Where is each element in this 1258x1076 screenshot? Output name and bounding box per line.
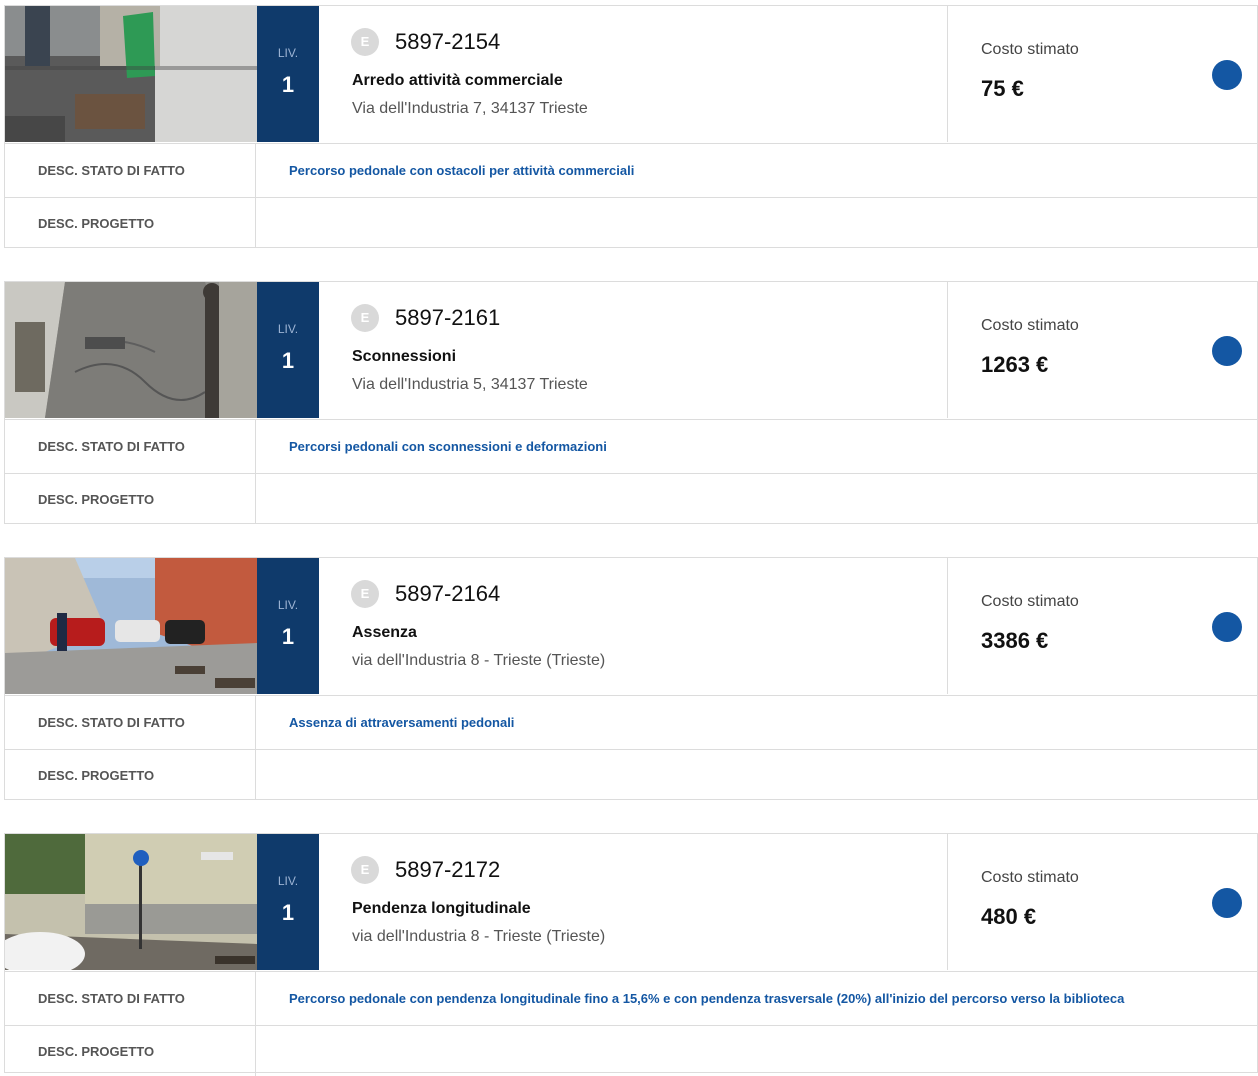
barrier-info: E 5897-2164 Assenza via dell'Industria 8…: [319, 558, 948, 694]
barrier-code[interactable]: 5897-2172: [395, 857, 500, 883]
level-value: 1: [281, 348, 295, 373]
level-indicator: LIV. 1: [257, 6, 319, 142]
state-description-label: DESC. STATO DI FATTO: [5, 419, 256, 473]
barrier-photo[interactable]: [5, 6, 257, 142]
state-description-value: Assenza di attraversamenti pedonali: [289, 714, 515, 730]
project-description-value: [289, 198, 1249, 248]
cost-value: 480 €: [981, 904, 1037, 929]
barrier-card: LIV. 1 E 5897-2164 Assenza via dell'Indu…: [4, 557, 1258, 800]
state-description-label: DESC. STATO DI FATTO: [5, 971, 256, 1025]
cost-label: Costo stimato: [981, 41, 1079, 58]
cost-value: 75 €: [981, 76, 1024, 101]
project-description-row: DESC. PROGETTO: [5, 474, 1257, 524]
type-badge: E: [351, 856, 379, 884]
project-description-row: DESC. PROGETTO: [5, 750, 1257, 800]
state-description-value: Percorso pedonale con pendenza longitudi…: [289, 990, 1125, 1006]
barrier-address: via dell'Industria 8 - Trieste (Trieste): [352, 652, 606, 669]
barrier-card: LIV. 1 E 5897-2172 Pendenza longitudinal…: [4, 833, 1258, 1076]
project-description-label: DESC. PROGETTO: [5, 198, 256, 248]
card-header: LIV. 1 E 5897-2164 Assenza via dell'Indu…: [5, 558, 1257, 696]
barrier-type: Pendenza longitudinale: [352, 900, 531, 917]
project-description-label: DESC. PROGETTO: [5, 474, 256, 524]
type-badge: E: [351, 28, 379, 56]
state-description-row: DESC. STATO DI FATTO Percorso pedonale c…: [5, 971, 1257, 1026]
cost-box: Costo stimato 3386 €: [948, 558, 1257, 694]
card-header: LIV. 1 E 5897-2154 Arredo attività comme…: [5, 6, 1257, 144]
cost-box: Costo stimato 75 €: [948, 6, 1257, 142]
level-label: LIV.: [277, 322, 299, 336]
level-indicator: LIV. 1: [257, 282, 319, 418]
card-header: LIV. 1 E 5897-2172 Pendenza longitudinal…: [5, 834, 1257, 972]
barrier-info: E 5897-2172 Pendenza longitudinale via d…: [319, 834, 948, 970]
status-dot[interactable]: [1212, 888, 1242, 918]
cost-label: Costo stimato: [981, 317, 1079, 334]
state-description-value: Percorso pedonale con ostacoli per attiv…: [289, 162, 635, 178]
status-dot[interactable]: [1212, 336, 1242, 366]
status-dot[interactable]: [1212, 612, 1242, 642]
project-description-row: DESC. PROGETTO: [5, 198, 1257, 248]
barrier-info: E 5897-2161 Sconnessioni Via dell'Indust…: [319, 282, 948, 418]
cost-box: Costo stimato 480 €: [948, 834, 1257, 970]
project-description-label: DESC. PROGETTO: [5, 750, 256, 800]
barrier-info: E 5897-2154 Arredo attività commerciale …: [319, 6, 948, 142]
project-description-value: [289, 474, 1249, 524]
barrier-code[interactable]: 5897-2154: [395, 29, 500, 55]
state-description-label: DESC. STATO DI FATTO: [5, 695, 256, 749]
state-description-row: DESC. STATO DI FATTO Percorso pedonale c…: [5, 143, 1257, 198]
barrier-code[interactable]: 5897-2164: [395, 581, 500, 607]
project-description-row: DESC. PROGETTO: [5, 1026, 1257, 1076]
barrier-photo[interactable]: [5, 282, 257, 418]
state-description-row: DESC. STATO DI FATTO Percorsi pedonali c…: [5, 419, 1257, 474]
cost-value: 3386 €: [981, 628, 1049, 653]
status-dot[interactable]: [1212, 60, 1242, 90]
card-header: LIV. 1 E 5897-2161 Sconnessioni Via dell…: [5, 282, 1257, 420]
barrier-code[interactable]: 5897-2161: [395, 305, 500, 331]
barrier-type: Assenza: [352, 624, 417, 641]
cost-box: Costo stimato 1263 €: [948, 282, 1257, 418]
barrier-address: Via dell'Industria 5, 34137 Trieste: [352, 376, 588, 393]
type-badge: E: [351, 580, 379, 608]
barrier-card: LIV. 1 E 5897-2154 Arredo attività comme…: [4, 5, 1258, 248]
barrier-type: Arredo attività commerciale: [352, 72, 563, 89]
project-description-value: [289, 1026, 1249, 1076]
level-label: LIV.: [277, 598, 299, 612]
state-description-row: DESC. STATO DI FATTO Assenza di attraver…: [5, 695, 1257, 750]
barrier-card: LIV. 1 E 5897-2161 Sconnessioni Via dell…: [4, 281, 1258, 524]
cost-label: Costo stimato: [981, 593, 1079, 610]
level-indicator: LIV. 1: [257, 558, 319, 694]
level-indicator: LIV. 1: [257, 834, 319, 970]
level-value: 1: [281, 900, 295, 925]
level-value: 1: [281, 72, 295, 97]
barrier-address: via dell'Industria 8 - Trieste (Trieste): [352, 928, 606, 945]
state-description-value: Percorsi pedonali con sconnessioni e def…: [289, 438, 607, 454]
project-description-label: DESC. PROGETTO: [5, 1026, 256, 1076]
cost-label: Costo stimato: [981, 869, 1079, 886]
project-description-value: [289, 750, 1249, 800]
cost-value: 1263 €: [981, 352, 1049, 377]
barrier-address: Via dell'Industria 7, 34137 Trieste: [352, 100, 588, 117]
state-description-label: DESC. STATO DI FATTO: [5, 143, 256, 197]
barrier-photo[interactable]: [5, 558, 257, 694]
barrier-photo[interactable]: [5, 834, 257, 970]
level-label: LIV.: [277, 46, 299, 60]
type-badge: E: [351, 304, 379, 332]
level-value: 1: [281, 624, 295, 649]
barrier-type: Sconnessioni: [352, 348, 457, 365]
level-label: LIV.: [277, 874, 299, 888]
